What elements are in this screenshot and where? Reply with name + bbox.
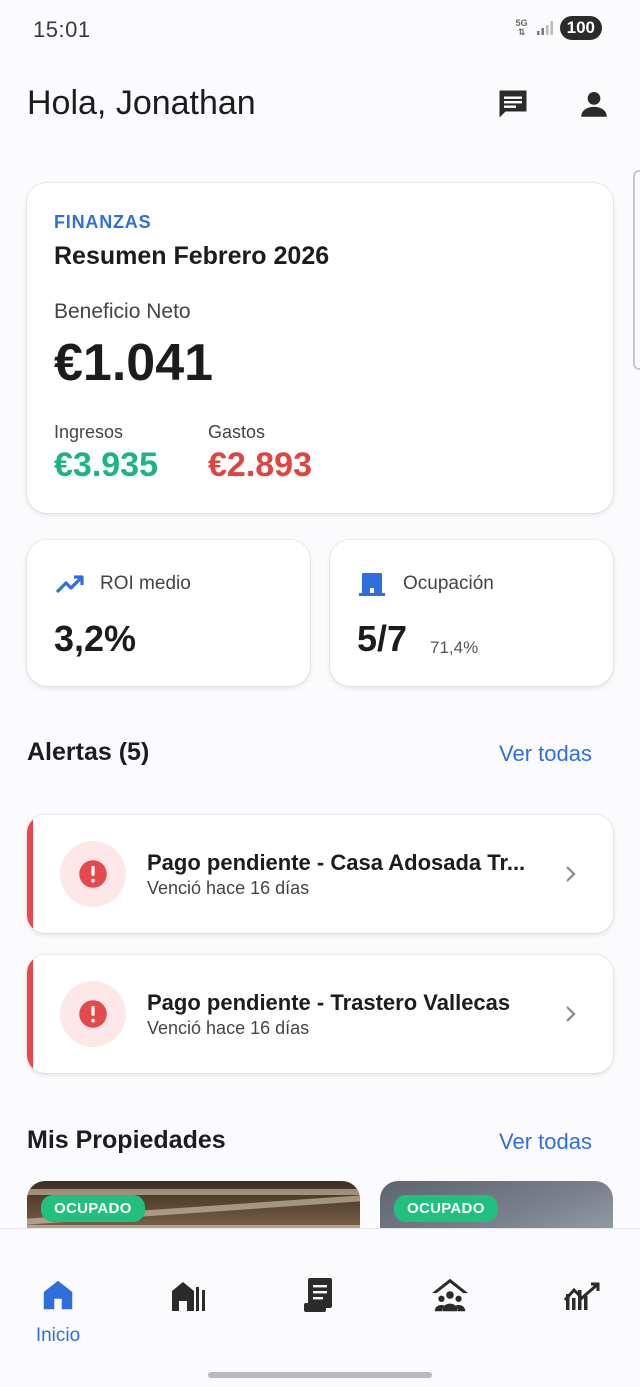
status-time: 15:01 — [33, 17, 91, 42]
chevron-right-icon — [566, 1006, 576, 1022]
properties-title: Mis Propiedades — [27, 1126, 226, 1154]
status-indicators: 5G ⇅ 100 — [514, 16, 602, 40]
alert-icon-circle — [60, 841, 126, 907]
alert-item[interactable]: Pago pendiente - Trastero Vallecas Venci… — [27, 955, 613, 1073]
nav-item-analytics[interactable] — [518, 1229, 640, 1349]
nav-label-home: Inicio — [35, 1325, 81, 1346]
alert-item[interactable]: Pago pendiente - Casa Adosada Tr... Venc… — [27, 815, 613, 933]
occupancy-percent: 71,4% — [430, 638, 479, 657]
alert-title: Pago pendiente - Casa Adosada Tr... — [147, 850, 526, 875]
alert-subtitle: Venció hace 16 días — [147, 1018, 310, 1038]
trending-up-icon — [55, 575, 84, 594]
nav-item-properties[interactable] — [125, 1229, 253, 1349]
income-value: €3.935 — [54, 446, 158, 484]
occupancy-value: 5/7 — [357, 618, 408, 659]
app-header: Hola, Jonathan — [0, 70, 640, 140]
profile-button[interactable] — [576, 86, 612, 122]
status-bar: 15:01 5G ⇅ 100 — [0, 0, 640, 60]
finance-eyebrow: FINANZAS — [54, 212, 152, 232]
status-badge: OCUPADO — [41, 1195, 145, 1222]
expenses-value: €2.893 — [208, 446, 312, 484]
building-icon — [359, 573, 385, 596]
home-indicator — [208, 1372, 432, 1378]
greeting: Hola, Jonathan — [27, 84, 256, 122]
alert-severity-bar — [27, 955, 33, 1073]
signal-icon — [536, 21, 553, 35]
error-icon — [79, 1000, 107, 1028]
finance-title: Resumen Febrero 2026 — [54, 242, 330, 270]
battery-indicator: 100 — [559, 16, 602, 40]
alert-title: Pago pendiente - Trastero Vallecas — [147, 990, 511, 1015]
properties-view-all-link[interactable]: Ver todas — [499, 1129, 592, 1155]
expenses-label: Gastos — [208, 422, 266, 442]
alert-severity-bar — [27, 815, 33, 933]
net-profit-label: Beneficio Neto — [54, 300, 191, 323]
occupancy-card[interactable]: Ocupación 5/7 71,4% — [330, 540, 613, 686]
home-icon — [38, 1275, 78, 1315]
analytics-icon — [562, 1275, 602, 1315]
roi-card[interactable]: ROI medio 3,2% — [27, 540, 310, 686]
roi-label: ROI medio — [100, 573, 191, 594]
finance-summary-card[interactable]: FINANZAS Resumen Febrero 2026 Beneficio … — [27, 183, 613, 513]
alerts-title: Alertas (5) — [27, 738, 150, 766]
alerts-view-all-link[interactable]: Ver todas — [499, 741, 592, 767]
scroll-indicator — [633, 170, 640, 370]
chevron-right-icon — [566, 866, 576, 882]
error-icon — [79, 860, 107, 888]
messages-button[interactable] — [495, 86, 531, 122]
contracts-icon — [299, 1275, 339, 1315]
occupancy-label: Ocupación — [403, 573, 494, 594]
alert-icon-circle — [60, 981, 126, 1047]
chat-icon — [499, 90, 527, 118]
income-label: Ingresos — [54, 422, 124, 442]
status-badge: OCUPADO — [394, 1195, 498, 1222]
network-indicator: 5G ⇅ — [515, 18, 528, 37]
person-icon — [581, 91, 607, 117]
nav-item-contracts[interactable] — [255, 1229, 383, 1349]
alert-subtitle: Venció hace 16 días — [147, 878, 310, 898]
nav-item-home[interactable]: Inicio — [0, 1229, 122, 1349]
nav-item-tenants[interactable] — [386, 1229, 514, 1349]
bottom-navigation: Inicio — [0, 1228, 640, 1387]
tenants-icon — [430, 1275, 470, 1315]
roi-value: 3,2% — [54, 618, 137, 659]
properties-icon — [169, 1275, 209, 1315]
net-profit-value: €1.041 — [54, 334, 214, 392]
